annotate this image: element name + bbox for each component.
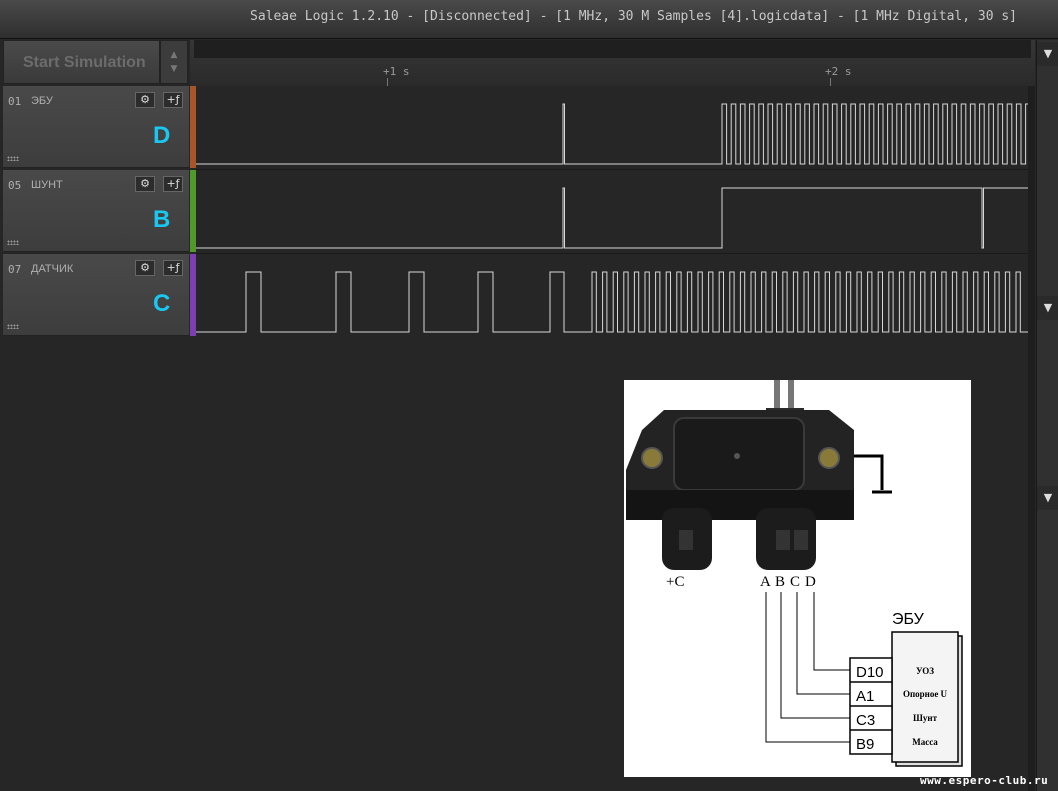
drag-handle[interactable]	[7, 324, 19, 329]
drag-handle[interactable]	[7, 240, 19, 245]
channel-row-05[interactable]: 05 ШУНТ ⚙ +ƒ B	[3, 170, 189, 252]
ecu-pin-c3: C3	[856, 712, 875, 729]
power-label: +C	[666, 574, 684, 590]
channel-name[interactable]: ЭБУ	[31, 95, 53, 107]
pin-label-a: A	[760, 574, 771, 590]
triangle-down-icon[interactable]: ▼	[1037, 296, 1058, 320]
ecu-func-ref-voltage: Опорное U	[903, 689, 948, 699]
pin-label-c: C	[790, 574, 800, 590]
channel-trigger-button[interactable]: +ƒ	[163, 176, 183, 192]
watermark: www.espero-club.ru	[920, 774, 1049, 787]
tick-mark	[830, 78, 831, 86]
trigger-edge-icon: +ƒ	[166, 261, 180, 274]
channel-name[interactable]: ШУНТ	[31, 179, 63, 191]
gear-icon: ⚙	[140, 261, 150, 274]
pin-label-d: D	[805, 574, 816, 590]
ecu-title: ЭБУ	[892, 611, 925, 628]
timeline-overview-bar[interactable]	[194, 40, 1031, 58]
pin-label-b: B	[775, 574, 785, 590]
trigger-edge-icon: +ƒ	[166, 93, 180, 106]
simulation-options-arrows[interactable]: ▲ ▼	[160, 40, 188, 84]
vertical-scrollbar[interactable]	[1028, 86, 1035, 791]
ecu-func-ground: Масса	[912, 737, 938, 747]
tick-label-2s: +2 s	[825, 65, 852, 78]
drag-handle[interactable]	[7, 156, 19, 161]
chevron-down-icon: ▼	[170, 64, 178, 74]
gear-icon: ⚙	[140, 93, 150, 106]
ecu-pin-b9: B9	[856, 736, 874, 753]
channel-number: 07	[8, 263, 22, 276]
channel-annotation-letter: D	[153, 122, 171, 149]
title-bar: Saleae Logic 1.2.10 - [Disconnected] - […	[0, 0, 1058, 39]
ecu-func-shunt: Шунт	[913, 713, 938, 723]
channel-trigger-button[interactable]: +ƒ	[163, 92, 183, 108]
channel-row-07[interactable]: 07 ДАТЧИК ⚙ +ƒ C	[3, 254, 189, 336]
right-side-panel: ▼ ▼ ▼	[1036, 40, 1058, 791]
channel-number: 01	[8, 95, 22, 108]
channel-annotation-letter: C	[153, 290, 171, 317]
channel-settings-button[interactable]: ⚙	[135, 92, 155, 108]
triangle-down-icon[interactable]: ▼	[1037, 486, 1058, 510]
tick-label-1s: +1 s	[383, 65, 410, 78]
chevron-up-icon: ▲	[170, 50, 178, 60]
timeline-ruler[interactable]: +1 s +2 s	[190, 40, 1035, 87]
waveform-area[interactable]	[196, 86, 1028, 338]
ecu-func-uoz: УОЗ	[916, 666, 934, 676]
trigger-edge-icon: +ƒ	[166, 177, 180, 190]
triangle-down-icon[interactable]: ▼	[1037, 42, 1058, 66]
window-title: Saleae Logic 1.2.10 - [Disconnected] - […	[250, 9, 1018, 24]
start-simulation-button[interactable]: Start Simulation	[3, 40, 160, 84]
channel-trigger-button[interactable]: +ƒ	[163, 260, 183, 276]
ecu-pin-d10: D10	[856, 664, 884, 681]
channel-number: 05	[8, 179, 22, 192]
gear-icon: ⚙	[140, 177, 150, 190]
tick-mark	[387, 78, 388, 86]
channel-settings-button[interactable]: ⚙	[135, 260, 155, 276]
channel-annotation-letter: B	[153, 206, 171, 233]
channel-settings-button[interactable]: ⚙	[135, 176, 155, 192]
channel-name[interactable]: ДАТЧИК	[31, 263, 73, 275]
wiring-diagram: +C A B C D ЭБУ D10 A1 C3 B9 УОЗ Опорное …	[626, 380, 963, 767]
channel-row-01[interactable]: 01 ЭБУ ⚙ +ƒ D	[3, 86, 189, 168]
wiring-diagram-image: +C A B C D ЭБУ D10 A1 C3 B9 УОЗ Опорное …	[624, 380, 971, 777]
ecu-pin-a1: A1	[856, 688, 874, 705]
